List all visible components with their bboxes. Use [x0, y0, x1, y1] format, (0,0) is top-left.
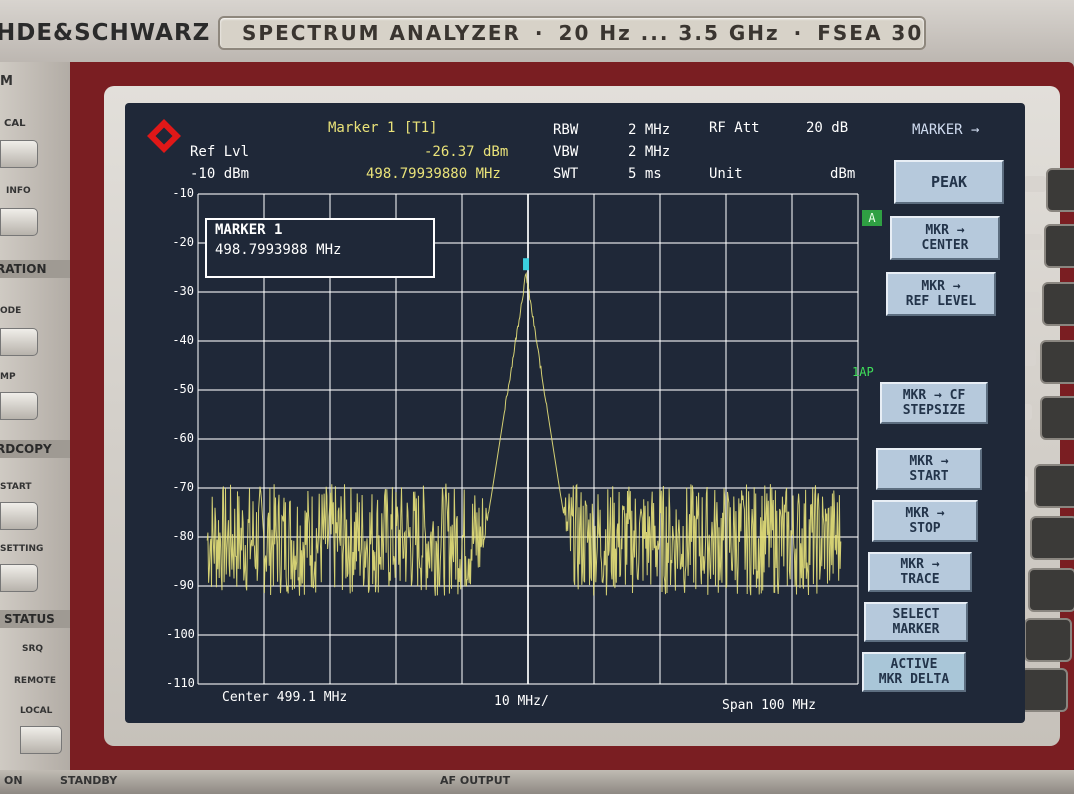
y-tick-label: -90 [172, 578, 194, 592]
standby-label: STANDBY [60, 774, 118, 787]
y-tick-label: -10 [172, 186, 194, 200]
frequency-per-division: 10 MHz/ [494, 694, 549, 709]
trace-a-indicator: A [862, 210, 882, 226]
y-tick-label: -40 [172, 333, 194, 347]
softkey-mkr-ref-level[interactable]: MKR → REF LEVEL [886, 272, 996, 316]
marker-box-frequency: 498.7993988 MHz [215, 242, 342, 258]
y-tick-label: -20 [172, 235, 194, 249]
y-tick-label: -70 [172, 480, 194, 494]
spectrum-trace [206, 271, 842, 596]
af-output-label: AF OUTPUT [440, 774, 511, 787]
trace-1ap-indicator: 1AP [852, 365, 874, 379]
menu-title: MARKER → [912, 122, 980, 138]
span-frequency: Span 100 MHz [722, 698, 816, 713]
on-label: ON [4, 774, 23, 787]
softkey-mkr-trace[interactable]: MKR → TRACE [868, 552, 972, 592]
softkey-select-marker[interactable]: SELECT MARKER [864, 602, 968, 642]
marker-1-symbol [523, 258, 530, 271]
softkey-mkr-center[interactable]: MKR → CENTER [890, 216, 1000, 260]
bottom-strip: ON STANDBY AF OUTPUT [0, 770, 1074, 794]
softkey-mkr-stop[interactable]: MKR → STOP [872, 500, 978, 542]
softkey-mkr-start[interactable]: MKR → START [876, 448, 982, 490]
softkey-peak[interactable]: PEAK [894, 160, 1004, 204]
y-tick-label: -30 [172, 284, 194, 298]
softkey-mkr-cf-stepsize[interactable]: MKR → CF STEPSIZE [880, 382, 988, 424]
y-tick-label: -50 [172, 382, 194, 396]
y-tick-label: -110 [166, 676, 195, 690]
center-frequency: Center 499.1 MHz [222, 690, 348, 705]
marker-info-box: MARKER 1 498.7993988 MHz [205, 218, 435, 278]
y-tick-label: -80 [172, 529, 194, 543]
y-tick-label: -60 [172, 431, 194, 445]
y-tick-label: -100 [166, 627, 195, 641]
marker-box-title: MARKER 1 [215, 222, 283, 238]
softkey-active-mkr-delta[interactable]: ACTIVE MKR DELTA [862, 652, 966, 692]
